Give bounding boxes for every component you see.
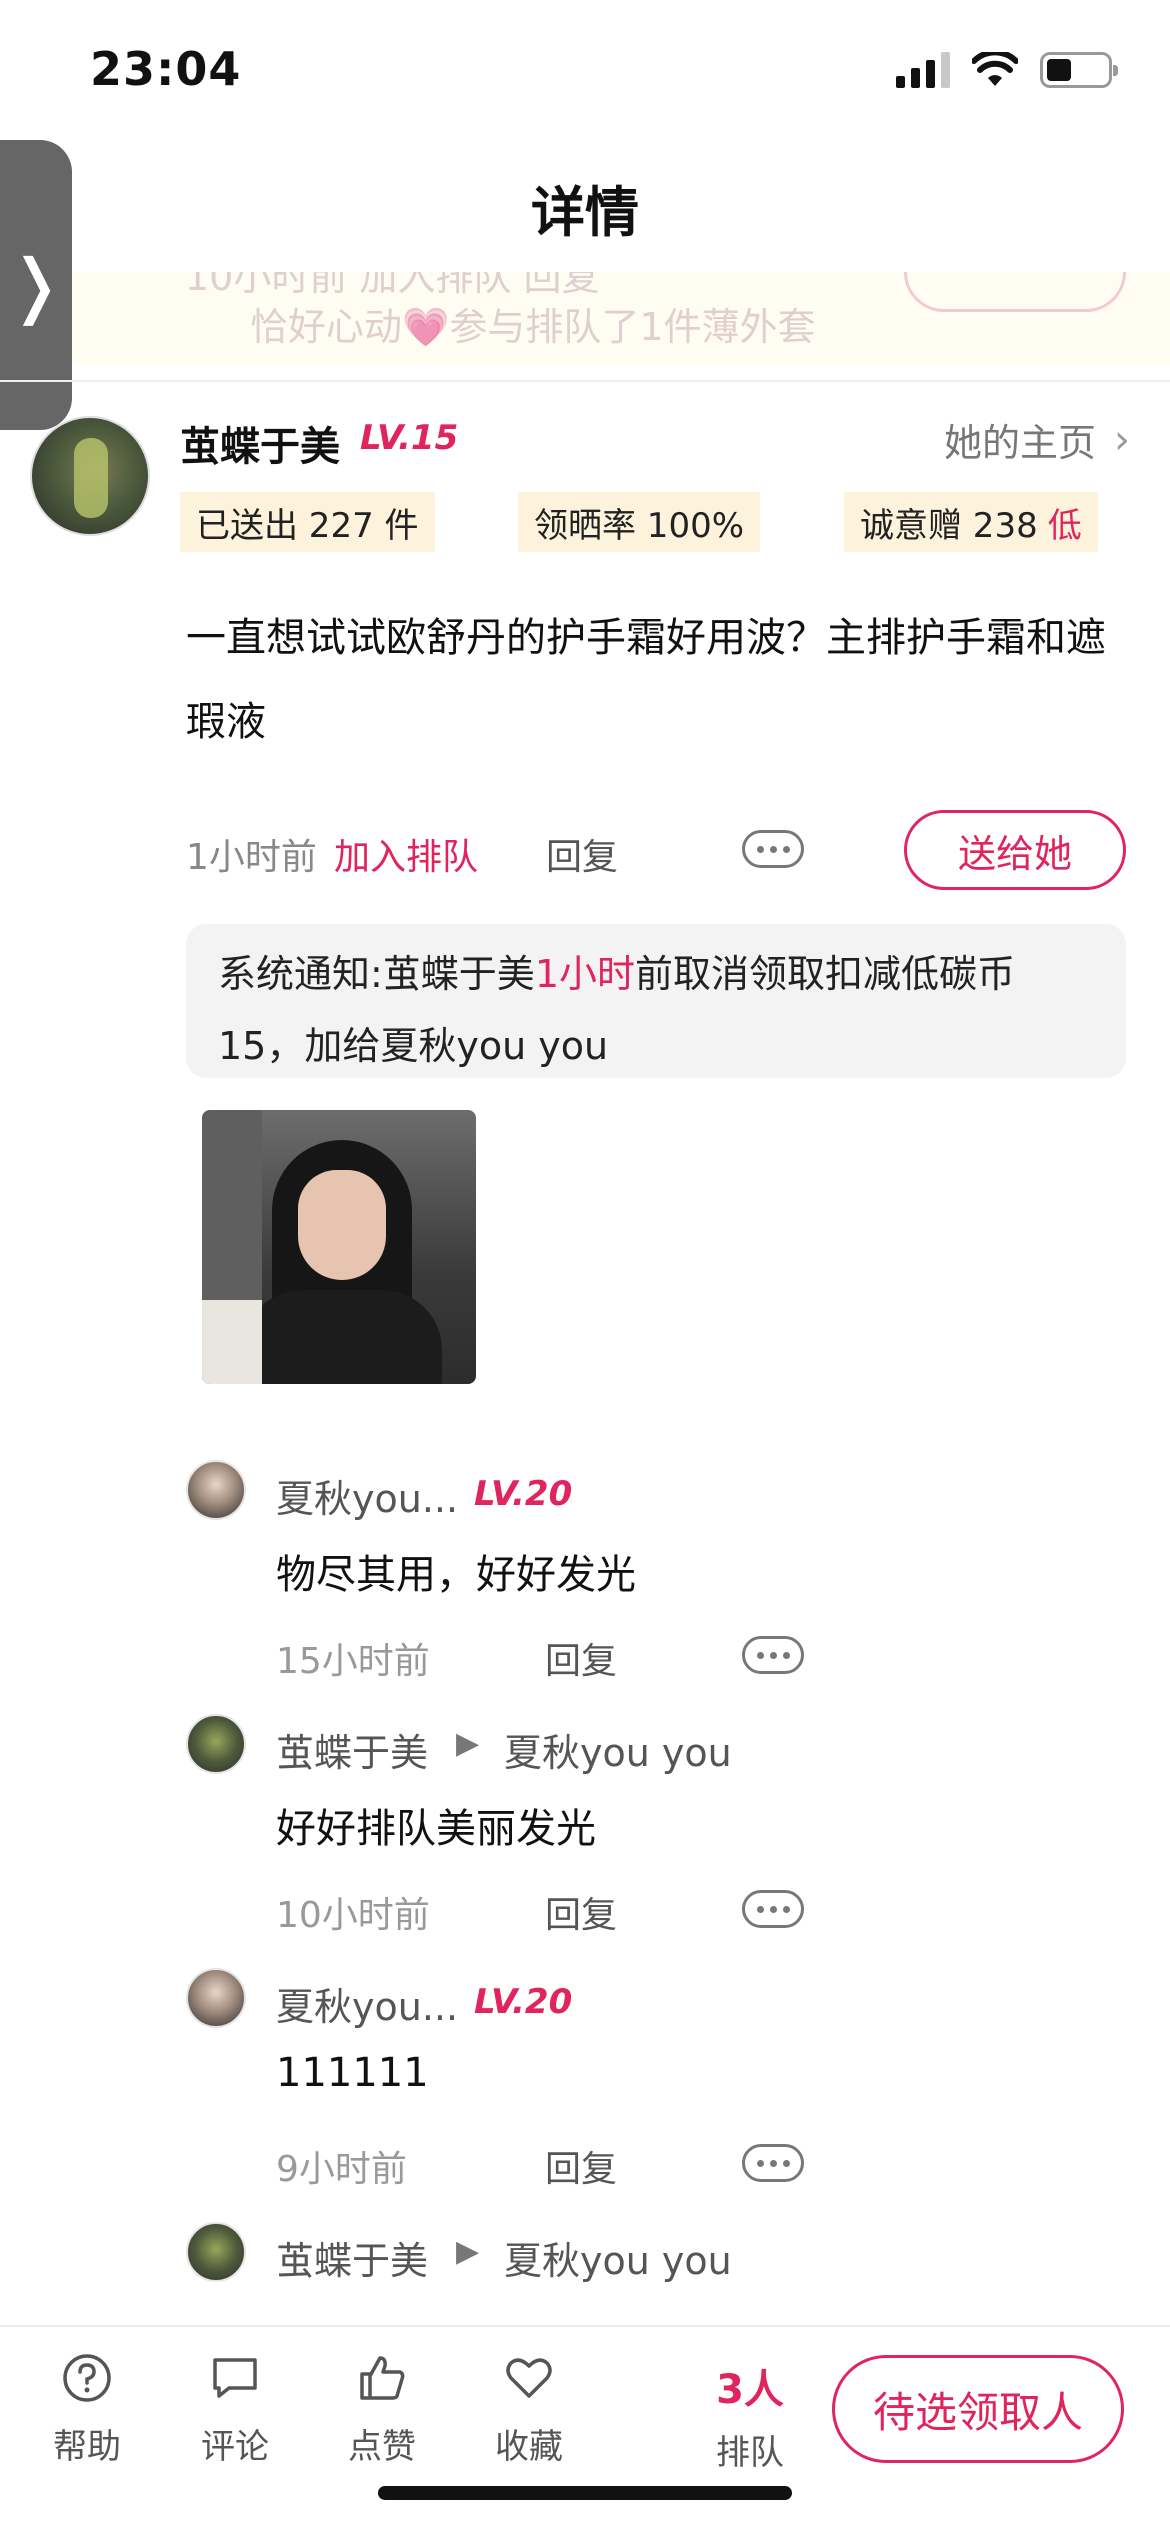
reply-button[interactable]: 回复	[545, 1886, 617, 1938]
faded-previous-entry: 10小时前 加入排队 回复 恰好心动💗参与排队了1件薄外套	[0, 272, 1170, 364]
tab-favorite-label: 收藏	[495, 2427, 563, 2467]
tab-comment[interactable]: 评论	[180, 2351, 290, 2468]
battery-icon	[1040, 52, 1118, 88]
wifi-icon	[972, 52, 1018, 86]
her-homepage-label: 她的主页	[943, 421, 1096, 465]
reply-target-name[interactable]: 夏秋you you	[504, 2230, 732, 2285]
stat-sincerity: 诚意赠 238 低	[844, 492, 1098, 552]
reply-button[interactable]: 回复	[546, 828, 618, 880]
avatar[interactable]	[186, 1968, 246, 2028]
tab-comment-label: 评论	[201, 2427, 269, 2467]
help-icon	[60, 2351, 114, 2405]
post-action-row: 1小时前 加入排队 回复 送给她	[186, 810, 1126, 890]
queue-label: 排队	[716, 2433, 784, 2473]
user-level-badge: LV.15	[360, 418, 459, 458]
side-drawer-toggle[interactable]: ❭	[0, 140, 72, 430]
user-level-badge: LV.20	[474, 1474, 573, 1514]
comment-author[interactable]: 夏秋you...	[276, 1976, 458, 2031]
reply-arrow-icon: ▶	[456, 2234, 480, 2269]
tab-favorite[interactable]: 收藏	[474, 2351, 584, 2468]
avatar[interactable]	[186, 2222, 246, 2282]
stat-review-rate-label: 领晒率 100%	[534, 505, 745, 546]
more-options-icon[interactable]	[742, 830, 804, 868]
comment-time: 10小时前	[276, 1895, 430, 1936]
page-title: 详情	[531, 181, 639, 244]
her-homepage-link[interactable]: 她的主页 ›	[944, 412, 1130, 467]
post-body-text: 一直想试试欧舒丹的护手霜好用波？主排护手霜和遮瑕液	[186, 615, 1106, 745]
chevron-right-icon: ❭	[6, 244, 66, 326]
user-level-badge: LV.20	[474, 1982, 573, 2022]
notice-highlight: 1小时	[534, 952, 635, 996]
status-bar: 23:04	[0, 0, 1170, 140]
tab-help[interactable]: 帮助	[32, 2351, 142, 2468]
comment-time: 9小时前	[276, 2149, 407, 2190]
system-notice: 系统通知:茧蝶于美1小时前取消领取扣减低碳币15，加给夏秋you you	[186, 924, 1126, 1078]
avatar[interactable]	[186, 1460, 246, 1520]
comment-text: 物尽其用，好好发光	[276, 1552, 636, 1598]
heart-icon	[502, 2351, 556, 2405]
comment-item: 夏秋you... LV.20 111111 9小时前 回复	[0, 1968, 1170, 2218]
comment-author[interactable]: 茧蝶于美	[276, 1722, 428, 1777]
post-photo[interactable]	[202, 1110, 476, 1384]
pick-recipient-button[interactable]: 待选领取人	[832, 2355, 1124, 2463]
notice-prefix: 系统通知:茧蝶于美	[218, 952, 535, 996]
reply-button[interactable]: 回复	[545, 2140, 617, 2192]
stat-sent: 已送出 227 件	[180, 492, 435, 552]
reply-target-name[interactable]: 夏秋you you	[504, 1722, 732, 1777]
comment-icon	[208, 2351, 262, 2405]
more-options-icon[interactable]	[742, 1636, 804, 1674]
stat-review-rate: 领晒率 100%	[518, 492, 761, 552]
stat-sent-label: 已送出 227 件	[196, 505, 419, 546]
status-icons	[896, 52, 1118, 88]
more-options-icon[interactable]	[742, 2144, 804, 2182]
comment-text: 111111	[276, 2050, 429, 2096]
avatar[interactable]	[186, 1714, 246, 1774]
bottom-action-bar: 帮助 评论 点赞 收藏 3人 排队 待选领取人	[0, 2325, 1170, 2532]
tab-help-label: 帮助	[53, 2427, 121, 2467]
more-options-icon[interactable]	[742, 1890, 804, 1928]
comment-item: 茧蝶于美 ▶ 夏秋you you 好好排队美丽发光 10小时前 回复	[0, 1714, 1170, 1964]
queue-counter[interactable]: 3人 排队	[700, 2357, 800, 2474]
comment-author[interactable]: 夏秋you...	[276, 1468, 458, 1523]
home-indicator	[378, 2486, 792, 2500]
post-author-name[interactable]: 茧蝶于美	[180, 414, 340, 472]
thumbs-up-icon	[355, 2351, 409, 2405]
reply-button[interactable]: 回复	[545, 1632, 617, 1684]
stat-sincerity-label: 诚意赠 238	[860, 505, 1038, 546]
status-time: 23:04	[90, 42, 242, 96]
cellular-signal-icon	[896, 52, 950, 88]
chevron-right-icon: ›	[1114, 416, 1130, 463]
divider	[0, 380, 1170, 382]
comment-author[interactable]: 茧蝶于美	[276, 2230, 428, 2285]
faded-send-button	[904, 272, 1126, 312]
stat-sincerity-tag: 低	[1047, 505, 1082, 546]
comment-text: 好好排队美丽发光	[276, 1806, 596, 1852]
comment-item: 茧蝶于美 ▶ 夏秋you you	[0, 2222, 1170, 2322]
comment-time: 15小时前	[276, 1641, 430, 1682]
comment-item: 夏秋you... LV.20 物尽其用，好好发光 15小时前 回复	[0, 1460, 1170, 1710]
tab-like[interactable]: 点赞	[327, 2351, 437, 2468]
tab-like-label: 点赞	[348, 2427, 416, 2467]
reply-arrow-icon: ▶	[456, 1726, 480, 1761]
queue-count: 3人	[716, 2367, 784, 2413]
join-queue-link[interactable]: 加入排队	[334, 828, 478, 880]
avatar[interactable]	[30, 416, 150, 536]
send-to-her-button[interactable]: 送给她	[904, 810, 1126, 890]
faded-activity: 恰好心动💗参与排队了1件薄外套	[250, 305, 816, 349]
post-time: 1小时前	[186, 837, 317, 878]
